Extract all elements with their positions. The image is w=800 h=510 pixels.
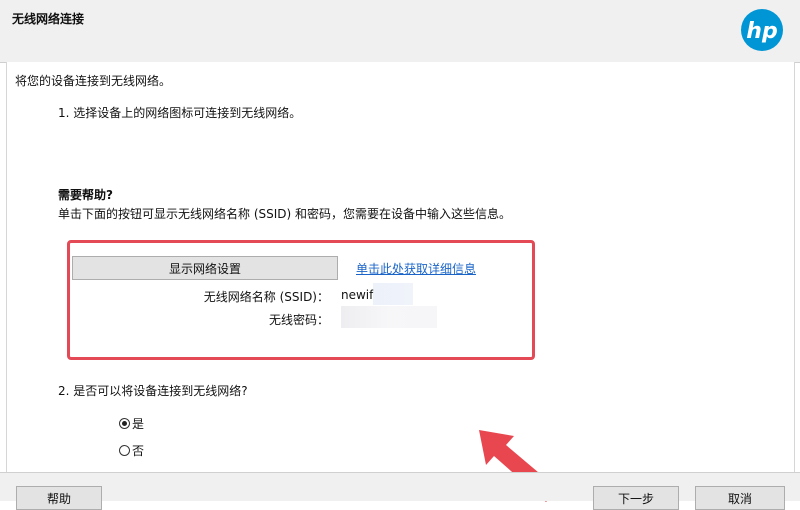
password-label: 无线密码：: [268, 313, 329, 327]
step-1-text: 1. 选择设备上的网络图标可连接到无线网络。: [58, 106, 302, 120]
logo-text: hp: [746, 19, 777, 44]
dialog-footer: 帮助 下一步 取消: [0, 472, 800, 510]
ssid-redaction: [373, 283, 413, 305]
dialog-content: 将您的设备连接到无线网络。 1. 选择设备上的网络图标可连接到无线网络。 需要帮…: [6, 62, 795, 502]
cancel-button[interactable]: 取消: [695, 486, 785, 510]
show-network-settings-button[interactable]: 显示网络设置: [72, 256, 338, 280]
radio-no-option[interactable]: 否: [119, 442, 144, 459]
help-button[interactable]: 帮助: [16, 486, 102, 510]
help-description: 单击下面的按钮可显示无线网络名称 (SSID) 和密码，您需要在设备中输入这些信…: [58, 207, 512, 221]
help-heading: 需要帮助?: [58, 188, 113, 202]
hp-logo-icon: hp: [741, 9, 783, 51]
details-link[interactable]: 单击此处获取详细信息: [356, 260, 476, 277]
intro-text: 将您的设备连接到无线网络。: [15, 74, 172, 88]
radio-yes-option[interactable]: 是: [119, 415, 144, 432]
radio-yes-checked-icon[interactable]: [119, 418, 130, 429]
radio-no-icon[interactable]: [119, 445, 130, 456]
radio-no-label: 否: [132, 444, 145, 458]
window-title: 无线网络连接: [12, 12, 85, 26]
step-2-text: 2. 是否可以将设备连接到无线网络?: [58, 384, 248, 398]
ssid-label: 无线网络名称 (SSID)：: [203, 290, 329, 304]
radio-yes-label: 是: [132, 417, 145, 431]
next-button[interactable]: 下一步: [593, 486, 679, 510]
password-redaction: [341, 306, 437, 328]
ssid-value: newif: [341, 288, 374, 302]
dialog-header: 无线网络连接 hp: [0, 0, 800, 63]
